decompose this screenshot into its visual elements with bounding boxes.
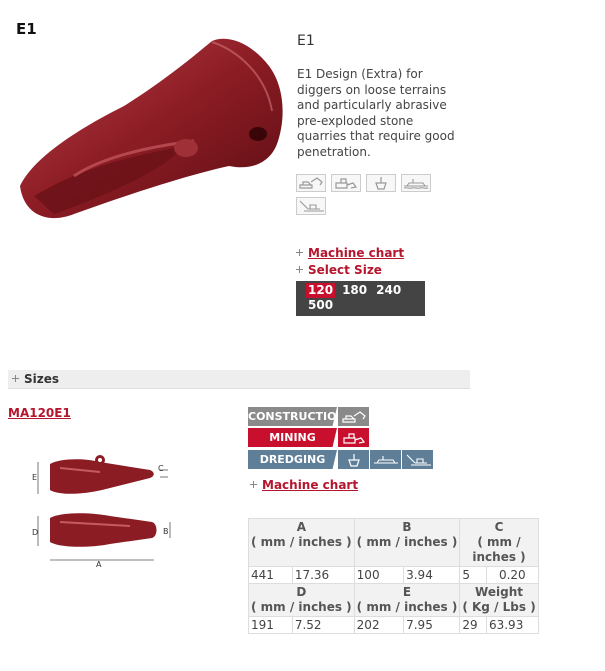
category-mining: MINING bbox=[248, 428, 369, 447]
dim-d-label: D bbox=[32, 528, 38, 537]
category-construction-label: CONSTRUCTION bbox=[248, 407, 337, 426]
loader-icon bbox=[338, 428, 369, 447]
bucket-icon[interactable] bbox=[366, 174, 396, 192]
spec-weight-lbs: 63.93 bbox=[485, 616, 539, 634]
dimension-diagram: E C D B A bbox=[32, 455, 171, 569]
spec-c-inches: 0.20 bbox=[485, 566, 539, 584]
excavator-icon[interactable] bbox=[296, 174, 326, 192]
spec-header-weight: Weight( Kg / Lbs ) bbox=[459, 583, 539, 617]
size-option-120[interactable]: 120 bbox=[306, 283, 336, 298]
dredger-icon bbox=[370, 450, 401, 469]
product-image bbox=[20, 38, 283, 219]
spec-header-b: B( mm / inches ) bbox=[353, 518, 461, 567]
spec-d-mm: 191 bbox=[248, 616, 293, 634]
plus-icon bbox=[296, 266, 303, 273]
spec-e-inches: 7.95 bbox=[403, 616, 461, 634]
spec-header-d: D( mm / inches ) bbox=[248, 583, 355, 617]
spec-table: A( mm / inches ) B( mm / inches ) C( mm … bbox=[248, 518, 539, 634]
category-dredging-label: DREDGING bbox=[248, 450, 337, 469]
product-title: E1 bbox=[297, 33, 315, 49]
category-mining-label: MINING bbox=[248, 428, 337, 447]
mining-excavator-icon bbox=[402, 450, 433, 469]
dim-a-label: A bbox=[96, 560, 102, 569]
machine-chart-link[interactable]: Machine chart bbox=[296, 246, 404, 260]
model-code-link[interactable]: MA120E1 bbox=[8, 406, 71, 420]
plus-icon bbox=[250, 481, 257, 488]
bucket-icon bbox=[338, 450, 369, 469]
size-option-180[interactable]: 180 bbox=[340, 283, 369, 298]
product-description: E1 Design (Extra) for diggers on loose t… bbox=[297, 67, 455, 159]
model-machine-chart-link[interactable]: Machine chart bbox=[250, 478, 358, 492]
category-construction: CONSTRUCTION bbox=[248, 407, 369, 426]
spec-header-a: A( mm / inches ) bbox=[248, 518, 355, 567]
plus-icon bbox=[12, 375, 19, 382]
spec-a-mm: 441 bbox=[248, 566, 293, 584]
spec-c-mm: 5 bbox=[459, 566, 487, 584]
plus-icon bbox=[296, 249, 303, 256]
size-selector: 120 180 240 500 bbox=[296, 281, 425, 316]
size-option-240[interactable]: 240 bbox=[374, 283, 403, 298]
table-row: 441 17.36 100 3.94 5 0.20 bbox=[248, 566, 539, 584]
spec-b-mm: 100 bbox=[353, 566, 405, 584]
size-option-500[interactable]: 500 bbox=[306, 298, 335, 313]
sizes-section-header[interactable]: Sizes bbox=[8, 370, 470, 389]
spec-d-inches: 7.52 bbox=[291, 616, 355, 634]
dim-e-label: E bbox=[32, 473, 37, 482]
dredger-icon[interactable] bbox=[401, 174, 431, 192]
dim-b-label: B bbox=[163, 527, 169, 536]
application-icons bbox=[296, 174, 456, 215]
spec-header-e: E( mm / inches ) bbox=[353, 583, 461, 617]
spec-a-inches: 17.36 bbox=[291, 566, 355, 584]
dim-c-label: C bbox=[158, 464, 164, 473]
mining-excavator-icon[interactable] bbox=[296, 197, 326, 215]
loader-icon[interactable] bbox=[331, 174, 361, 192]
spec-b-inches: 3.94 bbox=[403, 566, 461, 584]
table-row: 191 7.52 202 7.95 29 63.93 bbox=[248, 616, 539, 634]
spec-header-c: C( mm / inches ) bbox=[459, 518, 539, 567]
category-dredging: DREDGING bbox=[248, 450, 433, 469]
excavator-icon bbox=[338, 407, 369, 426]
select-size-label: Select Size bbox=[296, 263, 382, 277]
spec-e-mm: 202 bbox=[353, 616, 405, 634]
machine-chart-label[interactable]: Machine chart bbox=[308, 246, 404, 260]
spec-weight-kg: 29 bbox=[459, 616, 487, 634]
